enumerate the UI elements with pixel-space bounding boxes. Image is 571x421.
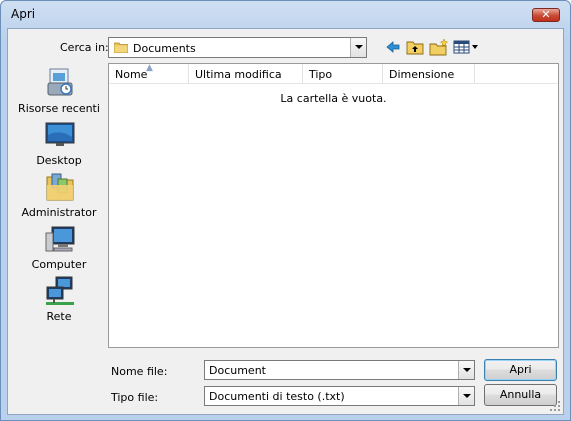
file-name-dropdown-button[interactable] [458,361,474,379]
back-button[interactable] [385,38,401,56]
network-icon [46,276,74,305]
close-button[interactable]: ✕ [532,8,560,22]
look-in-value: Documents [133,42,196,55]
up-folder-icon [406,41,424,55]
look-in-dropdown-button[interactable] [350,38,366,57]
cancel-button[interactable]: Annulla [484,384,557,406]
recent-places-icon [47,68,73,96]
column-header-label: Ultima modifica [195,68,282,81]
file-type-combobox[interactable]: Documenti di testo (.txt) [204,386,475,406]
file-list-header: ▲ Nome Ultima modifica Tipo Dimensione [109,63,558,84]
dialog-client-area: Cerca in: Documents Risorse recenti Desk… [7,28,564,415]
column-header-modified[interactable]: Ultima modifica [189,64,303,84]
view-menu-button[interactable] [453,38,479,56]
title-bar[interactable]: Apri ✕ [1,1,570,27]
new-folder-icon [429,38,449,56]
user-folder-icon [46,173,74,201]
place-label: Administrator [21,206,97,219]
places-bar: Risorse recenti Desktop Administrator Co… [14,62,104,352]
resize-grip-icon[interactable] [549,400,561,412]
place-network[interactable]: Rete [14,275,104,325]
file-name-value[interactable]: Document [209,364,266,377]
column-header-name[interactable]: ▲ Nome [109,63,189,84]
column-header-label: Tipo [309,68,333,81]
sort-ascending-icon: ▲ [146,63,153,73]
file-type-dropdown-button[interactable] [458,387,474,405]
back-arrow-icon [386,41,400,53]
place-label: Computer [31,258,87,271]
computer-icon [45,226,75,252]
place-label: Desktop [36,154,82,167]
open-button[interactable]: Apri [484,359,557,381]
place-recent[interactable]: Risorse recenti [14,67,104,117]
desktop-icon [45,122,75,146]
file-list-view[interactable]: ▲ Nome Ultima modifica Tipo Dimensione L… [108,63,559,348]
column-header-type[interactable]: Tipo [303,64,383,84]
place-label: Risorse recenti [18,102,100,115]
view-menu-icon [453,40,478,54]
window-title: Apri [11,7,36,21]
up-folder-button[interactable] [406,38,424,56]
new-folder-button[interactable] [429,38,449,56]
column-header-size[interactable]: Dimensione [383,64,475,84]
place-administrator[interactable]: Administrator [14,171,104,221]
file-type-value: Documenti di testo (.txt) [209,390,345,403]
column-header-label: Dimensione [389,68,455,81]
folder-icon [114,42,128,53]
file-name-label: Nome file: [111,365,168,378]
place-label: Rete [46,310,72,323]
place-computer[interactable]: Computer [14,223,104,273]
look-in-label: Cerca in: [60,41,109,54]
empty-folder-message: La cartella è vuota. [280,92,387,105]
open-dialog-window: Apri ✕ Cerca in: Documents Risorse recen… [0,0,571,421]
file-type-label: Tipo file: [111,391,159,404]
file-name-combobox[interactable]: Document [204,360,475,380]
column-header-label: Nome [115,68,148,81]
place-desktop[interactable]: Desktop [14,119,104,169]
look-in-combobox[interactable]: Documents [108,37,367,58]
